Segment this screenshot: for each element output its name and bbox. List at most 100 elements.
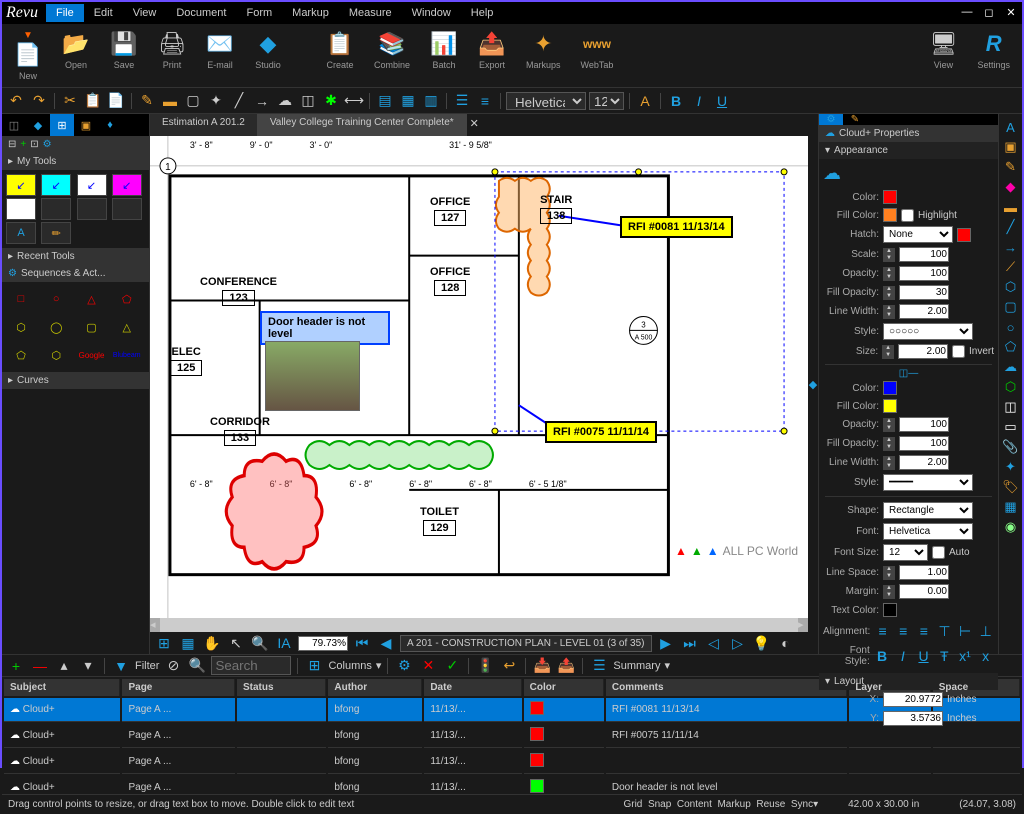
close-button[interactable]: ✕ [1004,6,1018,20]
clear-filter[interactable]: ⊘ [163,656,183,676]
bold-button[interactable]: B [666,91,686,111]
invert-check[interactable] [952,345,965,358]
recent-tools-header[interactable]: ▸ Recent Tools [2,248,149,265]
col-author[interactable]: Author [328,679,422,696]
undo-button[interactable]: ↶ [6,91,26,111]
list-button[interactable]: ☰ [452,91,472,111]
vtab-19[interactable]: 🏷 [1002,478,1020,496]
copy-button[interactable]: 📋 [83,91,103,111]
align-center-button[interactable]: ▦ [398,91,418,111]
tab-toolchest[interactable]: ▣ [74,114,98,136]
italic-button[interactable]: I [689,91,709,111]
doc-tab-1[interactable]: Estimation A 201.2 [150,114,258,136]
dim-icon[interactable]: ◐ [776,633,796,653]
curves-header[interactable]: ▸ Curves [2,372,149,389]
align-c[interactable]: ≡ [895,621,912,641]
col-page[interactable]: Page [122,679,235,696]
menu-help[interactable]: Help [461,4,504,22]
footer-sync[interactable]: Sync [791,799,813,810]
color2-swatch[interactable] [883,381,897,395]
align-b[interactable]: ⊥ [977,621,994,641]
menu-document[interactable]: Document [166,4,236,22]
shape-square[interactable]: □ [6,286,36,312]
zoom-input[interactable] [298,636,348,651]
paste-button[interactable]: 📄 [106,91,126,111]
tool-8[interactable] [112,198,142,220]
shape-select[interactable]: Rectangle [883,502,973,519]
redo-button[interactable]: ↷ [29,91,49,111]
vtab-10[interactable]: ▢ [1002,298,1020,316]
gear-icon[interactable]: ⚙ [43,139,52,150]
remove-markup[interactable]: — [30,656,50,676]
panel-divider[interactable]: ◆ [808,114,818,654]
style-select[interactable]: ○○○○○ [883,323,973,340]
embedded-photo[interactable] [265,341,360,411]
create-button[interactable]: 📋Create [318,28,362,83]
nav-fwd[interactable]: ▷ [728,633,748,653]
hatch-color[interactable] [957,228,971,242]
export-button[interactable]: 📤Export [470,28,514,83]
tool-highlight[interactable]: ▬ [160,91,180,111]
nav-back[interactable]: ◁ [704,633,724,653]
table-row[interactable]: ☁ Cloud+Page A ...bfong11/13/... [4,750,1020,774]
tab-studio[interactable]: ♦ [98,114,122,136]
nav-view[interactable]: ▦ [178,633,198,653]
note-callout[interactable]: Door header is not level [260,311,390,345]
add-markup[interactable]: + [6,656,26,676]
nav-select[interactable]: ↖ [226,633,246,653]
tool-7[interactable] [77,198,107,220]
footer-markup[interactable]: Markup [717,799,750,810]
style2-select[interactable]: ━━━━ [883,474,973,491]
vtab-3[interactable]: ✎ [1002,158,1020,176]
search-icon[interactable]: 🔍 [187,656,207,676]
studio-button[interactable]: ◆Studio [246,28,290,83]
tool-dimension[interactable]: ✱ [321,91,341,111]
status-icon[interactable]: 🚦 [475,656,495,676]
vtab-2[interactable]: ▣ [1002,138,1020,156]
fillopacity2-input[interactable] [899,436,949,451]
new-button[interactable]: ▼📄New [6,28,50,83]
import-icon[interactable]: 📥 [532,656,552,676]
col-date[interactable]: Date [424,679,521,696]
linewidth-input[interactable] [899,304,949,319]
menu-window[interactable]: Window [402,4,461,22]
cut-button[interactable]: ✂ [60,91,80,111]
rfi-callout-1[interactable]: RFI #0081 11/13/14 [620,216,733,238]
vtab-12[interactable]: ⬠ [1002,338,1020,356]
first-page[interactable]: ⏮ [352,633,372,653]
settings-button[interactable]: RSettings [969,28,1018,83]
google-link[interactable]: Google [77,342,107,368]
footer-snap[interactable]: Snap [648,799,671,810]
check-icon[interactable]: ✓ [442,656,462,676]
linewidth2-input[interactable] [899,455,949,470]
nav-text[interactable]: IA [274,633,294,653]
auto-check[interactable] [932,546,945,559]
hatch-select[interactable]: None [883,226,953,243]
collapse-icon[interactable]: ⊟ [8,139,16,150]
combine-button[interactable]: 📚Combine [366,28,418,83]
add-icon[interactable]: + [20,139,26,150]
scale-input[interactable] [899,247,949,262]
font-select-prop[interactable]: Helvetica [883,523,973,540]
reply-icon[interactable]: ↩ [499,656,519,676]
col-comments[interactable]: Comments [606,679,847,696]
tool-2[interactable]: ↙ [41,174,71,196]
tab-tools[interactable]: ⊞ [50,114,74,136]
doc-tab-2[interactable]: Valley College Training Center Complete* [258,114,467,136]
export-icon[interactable]: 📤 [556,656,576,676]
shape-pent-y[interactable]: ⬠ [6,342,36,368]
font-size-select[interactable]: 12 [589,92,624,110]
bulb-icon[interactable]: 💡 [752,633,772,653]
col-subject[interactable]: Subject [4,679,120,696]
menu-edit[interactable]: Edit [84,4,123,22]
webtab-button[interactable]: wwwWebTab [573,28,622,83]
opacity-input[interactable] [899,266,949,281]
markups-button[interactable]: ✦Markups [518,28,569,83]
next-page[interactable]: ▶ [656,633,676,653]
fs-strike[interactable]: Ŧ [936,646,953,666]
tab-thumbnails[interactable]: ◫ [2,114,26,136]
maximize-button[interactable]: ◻ [982,6,996,20]
shape-triangle[interactable]: △ [77,286,107,312]
summary-icon[interactable]: ☰ [589,656,609,676]
margin-input[interactable] [899,584,949,599]
